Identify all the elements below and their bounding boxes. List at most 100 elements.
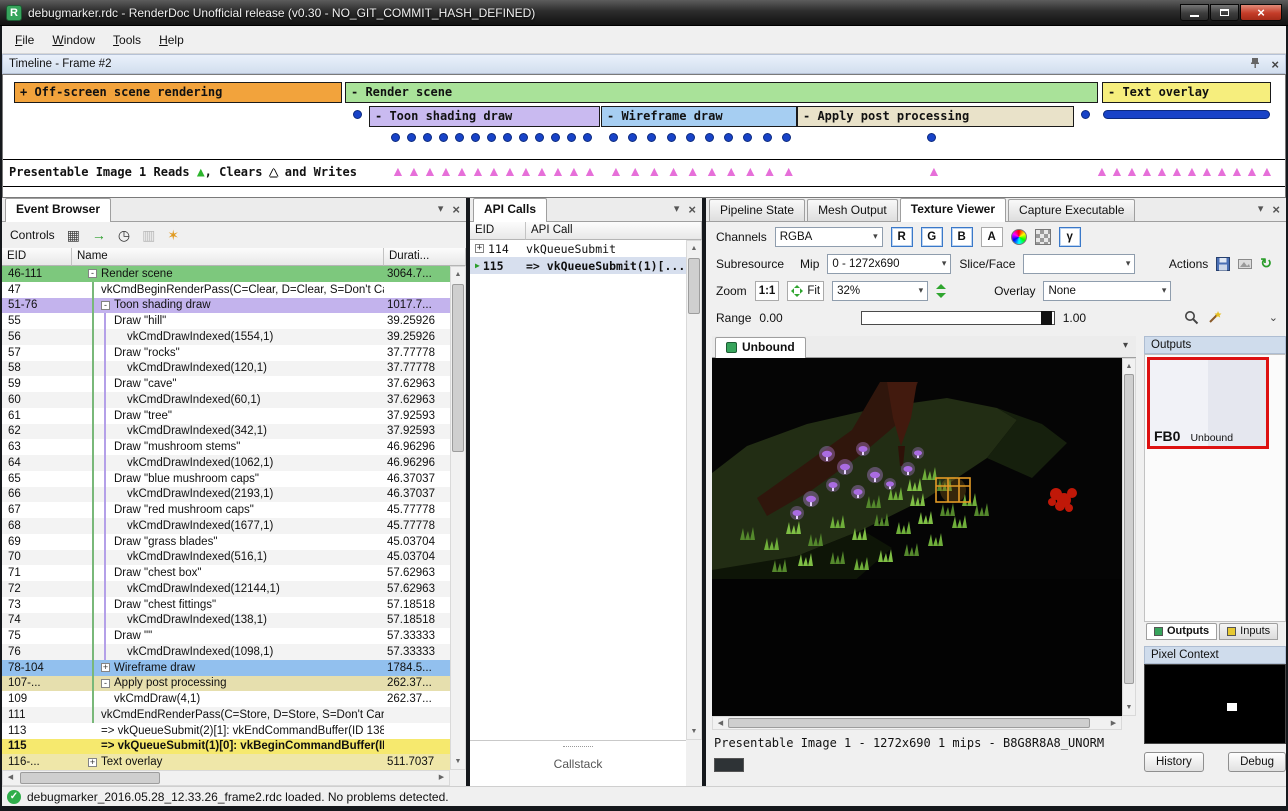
event-row[interactable]: 62vkCmdDrawIndexed(342,1)37.92593 xyxy=(2,424,450,440)
expander-icon[interactable]: + xyxy=(101,663,110,672)
event-row[interactable]: 63Draw "mushroom stems"46.96296 xyxy=(2,439,450,455)
overlay-dropdown[interactable]: None ▾ xyxy=(1043,281,1171,301)
event-row[interactable]: 107-...-Apply post processing262.37... xyxy=(2,676,450,692)
chevron-down-icon[interactable]: ▾ xyxy=(438,202,444,217)
mip-dropdown[interactable]: 0 - 1272x690 ▾ xyxy=(827,254,951,274)
event-row[interactable]: 61Draw "tree"37.92593 xyxy=(2,408,450,424)
texture-hscrollbar[interactable]: ◀ ▶ xyxy=(712,716,1122,730)
expander-icon[interactable]: - xyxy=(101,679,110,688)
event-row[interactable]: 113=> vkQueueSubmit(2)[1]: vkEndCommandB… xyxy=(2,723,450,739)
event-row[interactable]: 58vkCmdDrawIndexed(120,1)37.77778 xyxy=(2,361,450,377)
tab-unbound-texture[interactable]: Unbound xyxy=(715,337,806,358)
tab-texture-viewer[interactable]: Texture Viewer xyxy=(900,198,1006,222)
api-calls-vscrollbar[interactable]: ▲ ▼ xyxy=(686,240,702,740)
scroll-down-arrow[interactable]: ▼ xyxy=(687,724,701,739)
api-row[interactable]: ▶115=> vkQueueSubmit(1)[... xyxy=(470,257,686,274)
chevron-down-icon[interactable]: ▾ xyxy=(674,202,680,217)
channel-blue-button[interactable]: B xyxy=(951,227,973,247)
timeline-event-dot[interactable] xyxy=(647,133,656,142)
timeline-event-dot[interactable] xyxy=(391,133,400,142)
scrollbar-thumb[interactable] xyxy=(728,718,1090,728)
save-icon[interactable] xyxy=(1216,257,1230,271)
timeline-event-dot[interactable] xyxy=(455,133,464,142)
timeline-event-dot[interactable] xyxy=(423,133,432,142)
timeline-event-dot[interactable] xyxy=(503,133,512,142)
timeline-event-dot[interactable] xyxy=(535,133,544,142)
event-row[interactable]: 74vkCmdDrawIndexed(138,1)57.18518 xyxy=(2,613,450,629)
history-button[interactable]: History xyxy=(1144,752,1204,772)
menu-file[interactable]: File xyxy=(6,28,43,52)
event-row[interactable]: 115=> vkQueueSubmit(1)[0]: vkBeginComman… xyxy=(2,739,450,755)
scroll-up-arrow[interactable]: ▲ xyxy=(687,241,701,256)
channel-red-button[interactable]: R xyxy=(891,227,913,247)
scroll-up-arrow[interactable]: ▲ xyxy=(1123,359,1135,374)
event-row[interactable]: 59Draw "cave"37.62963 xyxy=(2,376,450,392)
timeline-event-dot[interactable] xyxy=(705,133,714,142)
bookmark-icon[interactable]: ▦ xyxy=(67,228,80,242)
event-row[interactable]: 71Draw "chest box"57.62963 xyxy=(2,565,450,581)
refresh-icon[interactable]: ↻ xyxy=(1260,255,1272,272)
fb0-thumbnail[interactable]: FB0 Unbound xyxy=(1147,357,1269,449)
tab-mesh-output[interactable]: Mesh Output xyxy=(807,199,898,221)
expander-icon[interactable]: + xyxy=(475,244,484,253)
scrollbar-thumb[interactable] xyxy=(688,258,700,314)
debug-button[interactable]: Debug xyxy=(1228,752,1286,772)
pixel-context-header[interactable]: Pixel Context xyxy=(1144,646,1286,664)
event-row[interactable]: 116-...+Text overlay511.7037 xyxy=(2,754,450,770)
event-row[interactable]: 55Draw "hill"39.25926 xyxy=(2,313,450,329)
close-button[interactable]: × xyxy=(1240,4,1282,21)
scroll-right-arrow[interactable]: ▶ xyxy=(434,771,449,785)
event-row[interactable]: 70vkCmdDrawIndexed(516,1)45.03704 xyxy=(2,550,450,566)
column-name[interactable]: Name xyxy=(72,248,384,266)
event-row[interactable]: 67Draw "red mushroom caps"45.77778 xyxy=(2,502,450,518)
timeline-event-dot[interactable] xyxy=(609,133,618,142)
gamma-button[interactable]: γ xyxy=(1059,227,1081,247)
tab-inputs[interactable]: Inputs xyxy=(1219,623,1278,640)
expander-icon[interactable]: + xyxy=(88,758,97,767)
tab-pipeline-state[interactable]: Pipeline State xyxy=(709,199,805,221)
export-icon[interactable] xyxy=(1238,257,1252,271)
close-icon[interactable]: × xyxy=(452,202,460,217)
expander-icon[interactable]: - xyxy=(101,301,110,310)
minimize-button[interactable] xyxy=(1180,4,1209,21)
zoom-fit-button[interactable]: Fit xyxy=(787,281,824,301)
event-browser-hscrollbar[interactable]: ◀ ▶ xyxy=(2,770,450,786)
timeline-event-dot[interactable] xyxy=(439,133,448,142)
event-row[interactable]: 109vkCmdDraw(4,1)262.37... xyxy=(2,691,450,707)
event-row[interactable]: 66vkCmdDrawIndexed(2193,1)46.37037 xyxy=(2,487,450,503)
event-row[interactable]: 51-76-Toon shading draw1017.7... xyxy=(2,298,450,314)
column-api-call[interactable]: API Call xyxy=(526,222,702,240)
event-row[interactable]: 56vkCmdDrawIndexed(1554,1)39.25926 xyxy=(2,329,450,345)
timeline-event-dot[interactable] xyxy=(724,133,733,142)
magnifier-icon[interactable] xyxy=(1184,310,1199,325)
zoom-level-combo[interactable]: 32% ▾ xyxy=(832,281,928,301)
menu-tools[interactable]: Tools xyxy=(104,28,150,52)
tab-api-calls[interactable]: API Calls xyxy=(473,198,547,222)
api-row[interactable]: +114vkQueueSubmit xyxy=(470,240,686,257)
event-row[interactable]: 69Draw "grass blades"45.03704 xyxy=(2,534,450,550)
timeline-event-dot[interactable] xyxy=(519,133,528,142)
range-slider[interactable] xyxy=(861,311,1055,325)
event-row[interactable]: 111vkCmdEndRenderPass(C=Store, D=Store, … xyxy=(2,707,450,723)
scrollbar-thumb[interactable] xyxy=(452,284,464,452)
timeline-event-dot[interactable] xyxy=(743,133,752,142)
autofit-wand-icon[interactable] xyxy=(1207,310,1222,325)
texture-vscrollbar[interactable]: ▲ ▼ xyxy=(1122,358,1136,716)
event-row[interactable]: 60vkCmdDrawIndexed(60,1)37.62963 xyxy=(2,392,450,408)
overflow-chevron-icon[interactable]: ⌄ xyxy=(1269,311,1278,324)
channels-dropdown[interactable]: RGBA ▾ xyxy=(775,227,883,247)
event-row[interactable]: 47vkCmdBeginRenderPass(C=Clear, D=Clear,… xyxy=(2,282,450,298)
timeline-event-dot[interactable] xyxy=(628,133,637,142)
scrollbar-thumb[interactable] xyxy=(20,772,160,784)
range-handle[interactable] xyxy=(1041,311,1052,325)
scroll-left-arrow[interactable]: ◀ xyxy=(3,771,18,785)
event-row[interactable]: 72vkCmdDrawIndexed(12144,1)57.62963 xyxy=(2,581,450,597)
timeline-event-dot[interactable] xyxy=(782,133,791,142)
timeline-event-dot[interactable] xyxy=(763,133,772,142)
event-row[interactable]: 68vkCmdDrawIndexed(1677,1)45.77778 xyxy=(2,518,450,534)
scroll-right-arrow[interactable]: ▶ xyxy=(1106,717,1121,729)
chevron-down-icon[interactable]: ▾ xyxy=(1258,202,1264,217)
scroll-up-arrow[interactable]: ▲ xyxy=(451,267,465,282)
scroll-left-arrow[interactable]: ◀ xyxy=(713,717,728,729)
texture-viewport[interactable] xyxy=(712,358,1122,716)
